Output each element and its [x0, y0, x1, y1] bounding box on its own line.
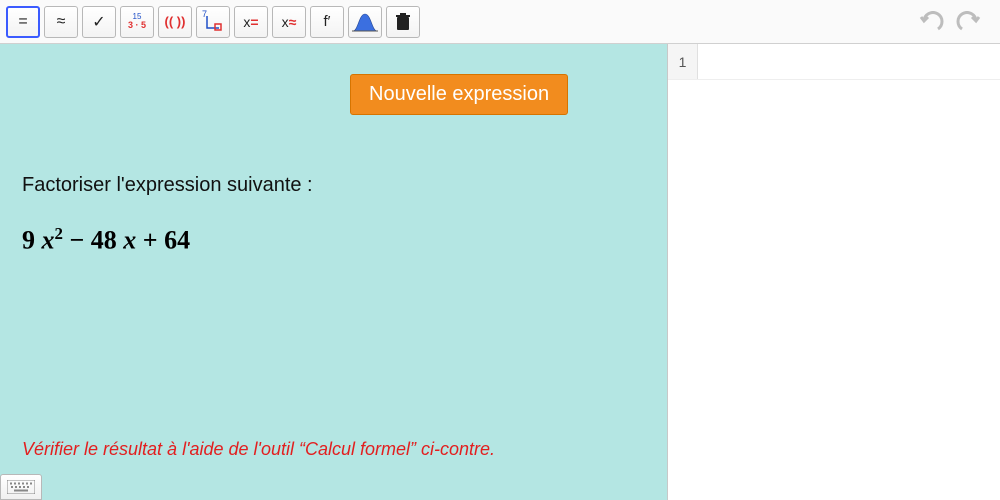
instruction-text: Factoriser l'expression suivante : — [22, 174, 313, 197]
tool-substitute[interactable]: 7 — [196, 6, 230, 38]
bell-curve-icon — [352, 11, 378, 33]
cas-panel: 1 — [668, 44, 1000, 500]
angle-sup: 7 — [202, 9, 207, 19]
tool-nsolve[interactable]: x≈ — [272, 6, 306, 38]
tool-derivative[interactable]: f′ — [310, 6, 344, 38]
tool-keep-input[interactable]: ✓ — [82, 6, 116, 38]
hint-text: Vérifier le résultat à l'aide de l'outil… — [22, 439, 495, 460]
cas-row-index: 1 — [668, 44, 698, 79]
check-icon: ✓ — [92, 12, 105, 32]
virtual-keyboard-button[interactable] — [0, 474, 42, 500]
cas-input[interactable] — [698, 44, 1000, 79]
main-area: Nouvelle expression Factoriser l'express… — [0, 44, 1000, 500]
redo-button[interactable] — [952, 7, 986, 37]
xeq-icon: x= — [243, 14, 258, 30]
new-expression-button[interactable]: Nouvelle expression — [350, 74, 568, 115]
undo-icon — [918, 11, 944, 33]
xapprox-icon: x≈ — [282, 14, 297, 30]
expression-display: 9 x2 − 48 x + 64 — [22, 224, 190, 256]
factor-bot: 3 · 5 — [128, 21, 146, 30]
keyboard-icon — [7, 480, 35, 494]
tool-numeric[interactable]: ≈ — [44, 6, 78, 38]
trash-icon — [394, 12, 412, 32]
tool-expand[interactable]: (( )) — [158, 6, 192, 38]
derivative-icon: f′ — [324, 13, 331, 30]
graphics-panel: Nouvelle expression Factoriser l'express… — [0, 44, 668, 500]
undo-redo-group — [914, 7, 986, 37]
tool-evaluate[interactable]: = — [6, 6, 40, 38]
tool-delete[interactable] — [386, 6, 420, 38]
redo-icon — [956, 11, 982, 33]
equals-icon: = — [18, 13, 27, 31]
tool-factor[interactable]: 15 3 · 5 — [120, 6, 154, 38]
undo-button[interactable] — [914, 7, 948, 37]
tool-solve[interactable]: x= — [234, 6, 268, 38]
app-root: = ≈ ✓ 15 3 · 5 (( )) 7 x= — [0, 0, 1000, 500]
approx-icon: ≈ — [57, 13, 66, 31]
toolbar: = ≈ ✓ 15 3 · 5 (( )) 7 x= — [0, 0, 1000, 44]
paren-icon: (( )) — [165, 14, 186, 29]
cas-row: 1 — [668, 44, 1000, 80]
tool-probability[interactable] — [348, 6, 382, 38]
